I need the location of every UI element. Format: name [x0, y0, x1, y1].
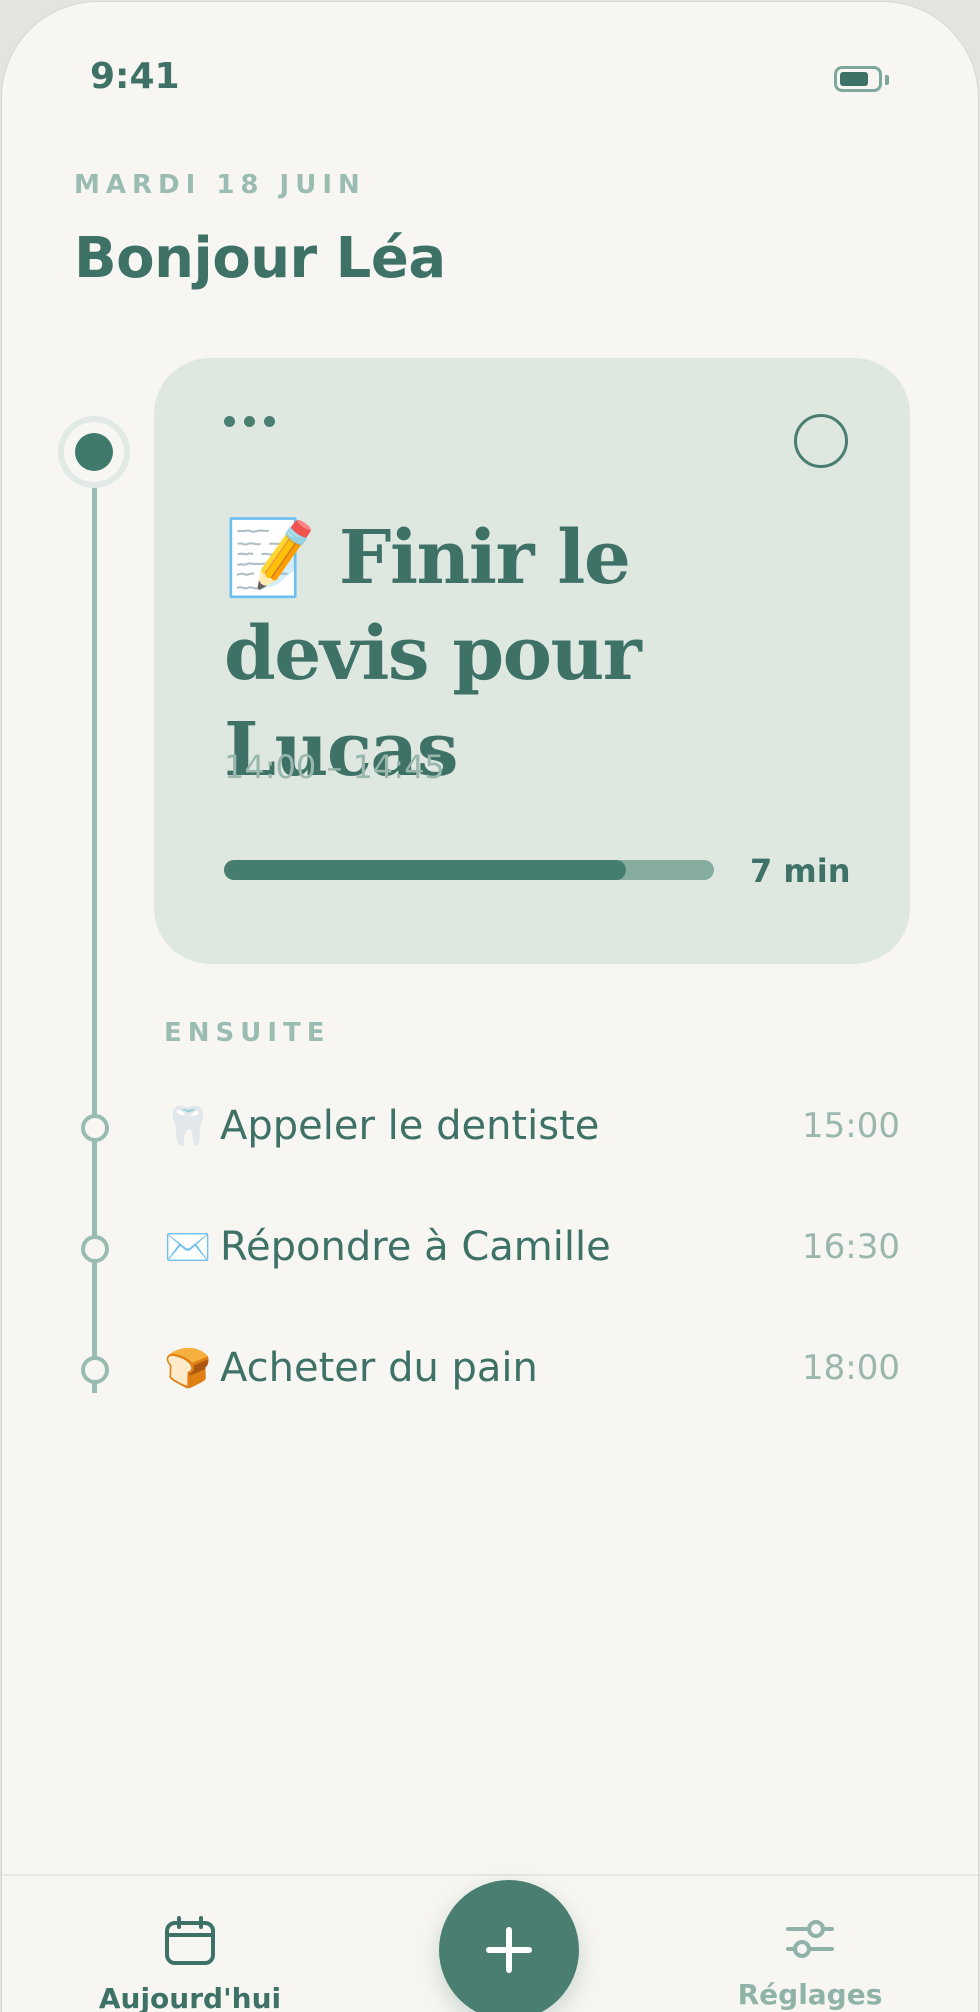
- dot: [224, 416, 235, 427]
- dot: [264, 416, 275, 427]
- task-time: 15:00: [802, 1106, 900, 1146]
- date-label: MARDI 18 JUIN: [74, 170, 366, 200]
- battery-nub: [885, 75, 889, 85]
- task-name: ✉️ Répondre à Camille: [164, 1224, 611, 1270]
- task-label: Acheter du pain: [220, 1345, 538, 1391]
- timeline-node: [81, 1114, 109, 1142]
- battery-icon: [834, 66, 889, 92]
- current-task-card[interactable]: 📝 Finir le devis pour Lucas 14:00 – 14:4…: [154, 358, 910, 964]
- task-progress-bar: [224, 860, 714, 880]
- timeline-current-ring: [64, 422, 124, 482]
- calendar-icon: [165, 1916, 215, 1965]
- timeline-current-dot: [58, 416, 130, 488]
- list-item[interactable]: ✉️ Répondre à Camille 16:30: [164, 1217, 900, 1277]
- tab-today[interactable]: Aujourd'hui: [90, 1916, 290, 2012]
- current-task-time-range: 14:00 – 14:45: [224, 748, 445, 786]
- timeline-node: [81, 1235, 109, 1263]
- task-label: Appeler le dentiste: [220, 1103, 600, 1149]
- phone-screen: 9:41 MARDI 18 JUIN Bonjour Léa 📝 Finir l…: [2, 2, 978, 2012]
- tooth-icon: 🦷: [164, 1103, 212, 1148]
- task-name: 🍞 Acheter du pain: [164, 1345, 538, 1391]
- sliders-icon: [786, 1920, 834, 1958]
- greeting-title: Bonjour Léa: [74, 226, 446, 291]
- remaining-time: 7 min: [750, 852, 851, 890]
- task-progress-fill: [224, 860, 626, 880]
- list-item[interactable]: 🍞 Acheter du pain 18:00: [164, 1338, 900, 1398]
- envelope-icon: ✉️: [164, 1224, 212, 1269]
- list-item[interactable]: 🦷 Appeler le dentiste 15:00: [164, 1096, 900, 1156]
- tab-settings-label: Réglages: [737, 1978, 883, 2011]
- next-section-label: ENSUITE: [164, 1018, 331, 1048]
- add-task-button[interactable]: [439, 1880, 579, 2012]
- task-time: 18:00: [802, 1348, 900, 1388]
- status-time: 9:41: [90, 56, 180, 97]
- task-time: 16:30: [802, 1227, 900, 1267]
- check-circle-icon[interactable]: [794, 414, 848, 468]
- more-horizontal-icon[interactable]: [224, 416, 275, 427]
- timeline-current-core: [75, 433, 113, 471]
- timeline-node: [81, 1356, 109, 1384]
- task-label: Répondre à Camille: [220, 1224, 611, 1270]
- bread-icon: 🍞: [164, 1345, 212, 1390]
- tab-today-label: Aujourd'hui: [98, 1982, 282, 2012]
- dot: [244, 416, 255, 427]
- tab-settings[interactable]: Réglages: [710, 1916, 910, 2011]
- plus-icon: [486, 1927, 532, 1973]
- task-name: 🦷 Appeler le dentiste: [164, 1103, 599, 1149]
- battery-level: [840, 72, 868, 86]
- current-task-emoji: 📝: [224, 515, 316, 601]
